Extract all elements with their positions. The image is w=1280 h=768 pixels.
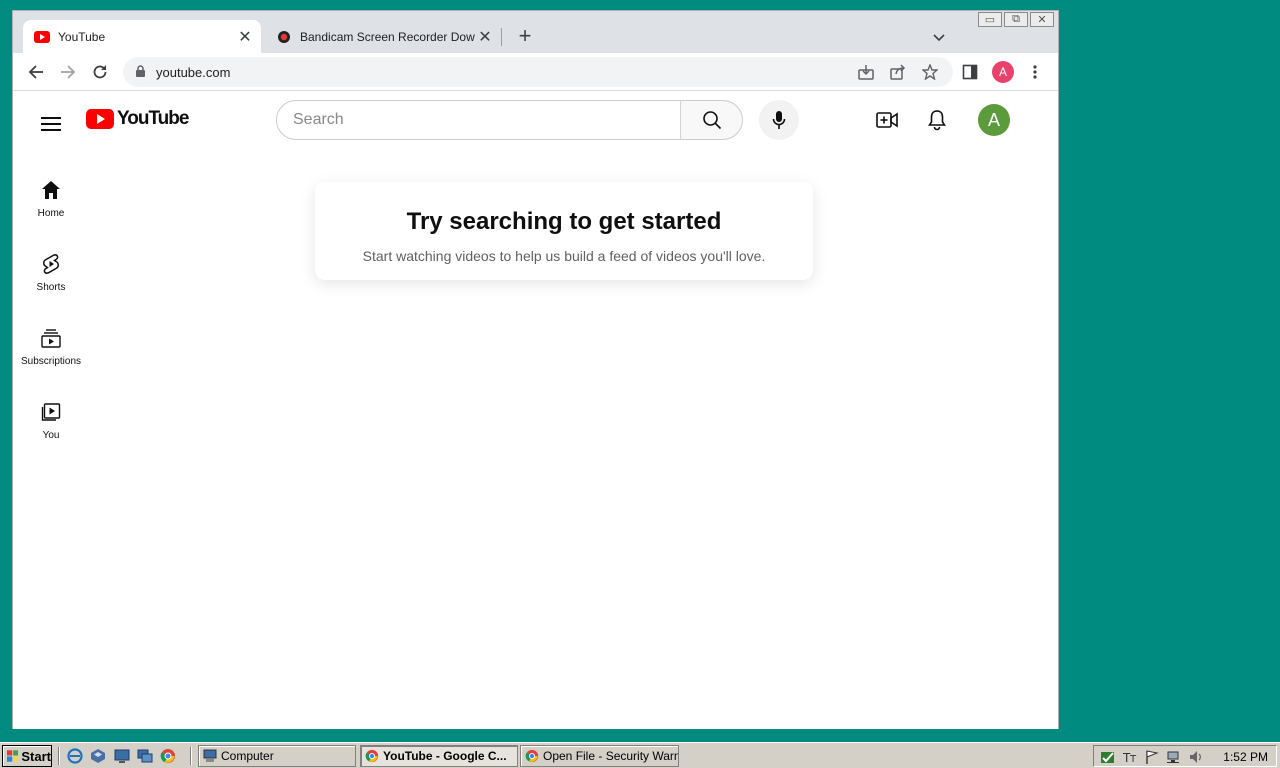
- youtube-page: YouTube A Home: [13, 92, 1058, 729]
- microphone-icon: [772, 111, 786, 129]
- internet-explorer-icon[interactable]: [67, 748, 83, 764]
- search-button[interactable]: [680, 100, 743, 140]
- task-label: YouTube - Google C...: [383, 749, 507, 763]
- tab-youtube[interactable]: YouTube ✕: [23, 20, 261, 53]
- tab-title: YouTube: [58, 29, 106, 44]
- taskbar-task-computer[interactable]: Computer: [198, 745, 356, 767]
- search-box[interactable]: [276, 100, 681, 140]
- search-icon: [702, 111, 721, 130]
- back-arrow-icon[interactable]: [24, 60, 48, 84]
- taskbar-task-youtube[interactable]: YouTube - Google C...: [360, 745, 518, 767]
- network-shortcut-icon[interactable]: [137, 748, 153, 764]
- guide-item-home[interactable]: Home: [13, 164, 89, 238]
- guide-label: You: [42, 430, 60, 441]
- svg-text:T: T: [1129, 754, 1137, 765]
- show-desktop-icon[interactable]: [114, 748, 130, 764]
- lock-icon[interactable]: [135, 65, 146, 83]
- guide-label: Shorts: [36, 282, 66, 293]
- chrome-icon: [365, 749, 379, 763]
- quicklaunch-separator: [58, 747, 60, 765]
- security-check-icon[interactable]: [1100, 749, 1116, 765]
- create-video-icon[interactable]: [875, 108, 899, 132]
- close-window-button[interactable]: ✕: [1030, 12, 1054, 27]
- system-tray: TT 1:52 PM: [1093, 745, 1277, 767]
- kebab-menu-icon[interactable]: [1023, 60, 1047, 84]
- action-center-flag-icon[interactable]: [1144, 749, 1160, 765]
- window-controls: ▭ ⧉ ✕: [978, 12, 1054, 27]
- share-icon[interactable]: [889, 63, 907, 81]
- quicklaunch-separator: [190, 747, 192, 765]
- restore-button[interactable]: ⧉: [1004, 12, 1028, 27]
- taskbar: Start Computer YouTube - Google C... Ope…: [0, 742, 1280, 768]
- computer-icon: [203, 749, 217, 762]
- url-text: youtube.com: [156, 65, 231, 80]
- notifications-bell-icon[interactable]: [925, 108, 949, 132]
- volume-icon[interactable]: [1188, 749, 1204, 765]
- app-shortcut-icon[interactable]: [90, 748, 106, 764]
- search-input[interactable]: [293, 101, 673, 139]
- browser-toolbar: youtube.com A: [13, 53, 1058, 91]
- hamburger-menu-icon[interactable]: [39, 112, 63, 136]
- task-label: Open File - Security Warni...: [543, 749, 679, 763]
- tab-strip: YouTube ✕ Bandicam Screen Recorder Downl…: [13, 11, 1058, 53]
- start-button[interactable]: Start: [2, 745, 52, 767]
- taskbar-task-security-warning[interactable]: Open File - Security Warni...: [520, 745, 679, 767]
- guide-item-subscriptions[interactable]: Subscriptions: [13, 312, 89, 386]
- bandicam-favicon-icon: [276, 29, 292, 45]
- bookmark-star-icon[interactable]: [921, 63, 939, 81]
- side-panel-icon[interactable]: [958, 60, 982, 84]
- tab-title: Bandicam Screen Recorder Download: [300, 29, 475, 44]
- chrome-icon: [525, 749, 539, 763]
- empty-feed-subtitle: Start watching videos to help us build a…: [362, 248, 766, 264]
- you-icon: [39, 400, 63, 424]
- empty-feed-card: Try searching to get started Start watch…: [315, 182, 813, 280]
- home-icon: [39, 178, 63, 202]
- new-tab-icon[interactable]: +: [513, 23, 537, 48]
- address-bar[interactable]: youtube.com: [123, 57, 953, 87]
- guide-label: Home: [37, 208, 65, 219]
- start-label: Start: [21, 748, 51, 764]
- language-bar-icon[interactable]: TT: [1122, 749, 1138, 765]
- subscriptions-icon: [39, 326, 63, 350]
- reload-icon[interactable]: [88, 60, 112, 84]
- install-app-icon[interactable]: [857, 63, 875, 81]
- guide-label: Subscriptions: [20, 356, 82, 367]
- shorts-icon: [39, 252, 63, 276]
- tab-search-chevron-icon[interactable]: [929, 27, 949, 47]
- forward-arrow-icon[interactable]: [56, 60, 80, 84]
- tab-separator: [501, 28, 502, 46]
- tab-bandicam[interactable]: Bandicam Screen Recorder Download ✕: [265, 20, 501, 53]
- youtube-logo-text: YouTube: [117, 108, 189, 129]
- browser-window: YouTube ✕ Bandicam Screen Recorder Downl…: [12, 10, 1059, 729]
- youtube-favicon-icon: [34, 29, 50, 45]
- windows-logo-icon: [7, 750, 19, 762]
- chrome-shortcut-icon[interactable]: [160, 748, 176, 764]
- tab-close-icon[interactable]: ✕: [475, 27, 495, 47]
- clock: 1:52 PM: [1223, 750, 1268, 764]
- browser-profile-avatar[interactable]: A: [992, 61, 1014, 83]
- empty-feed-title: Try searching to get started: [406, 208, 722, 235]
- tab-close-icon[interactable]: ✕: [235, 27, 255, 47]
- guide-item-you[interactable]: You: [13, 386, 89, 460]
- task-label: Computer: [221, 749, 274, 763]
- youtube-logo[interactable]: YouTube: [86, 108, 189, 130]
- minimize-button[interactable]: ▭: [978, 12, 1002, 27]
- account-avatar[interactable]: A: [978, 104, 1010, 136]
- voice-search-button[interactable]: [759, 100, 799, 140]
- youtube-play-logo-icon: [86, 109, 114, 129]
- network-icon[interactable]: [1166, 749, 1182, 765]
- guide-item-shorts[interactable]: Shorts: [13, 238, 89, 312]
